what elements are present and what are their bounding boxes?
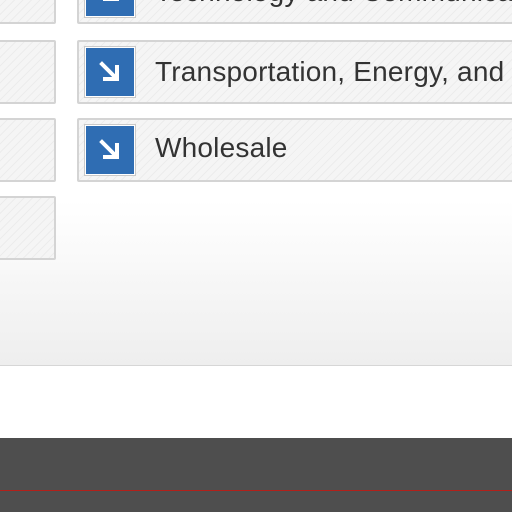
left-tile[interactable] xyxy=(0,118,56,182)
footer-divider xyxy=(0,490,512,491)
category-label: Transportation, Energy, and Utilities xyxy=(155,56,512,87)
category-label: Wholesale xyxy=(155,132,288,163)
category-label: Technology and Communications xyxy=(155,0,512,8)
arrow-down-right-icon xyxy=(85,0,135,17)
left-tile[interactable] xyxy=(0,0,56,24)
arrow-down-right-icon xyxy=(85,125,135,175)
arrow-down-right-icon xyxy=(85,47,135,97)
site-footer xyxy=(0,438,512,512)
left-tile[interactable] xyxy=(0,40,56,104)
category-tile-transportation[interactable]: Transportation, Energy, and Utilities xyxy=(77,40,512,104)
category-tile-technology[interactable]: Technology and Communications xyxy=(77,0,512,24)
category-tile-wholesale[interactable]: Wholesale xyxy=(77,118,512,182)
left-tile[interactable] xyxy=(0,196,56,260)
category-panel: Technology and Communications Transporta… xyxy=(0,0,512,366)
